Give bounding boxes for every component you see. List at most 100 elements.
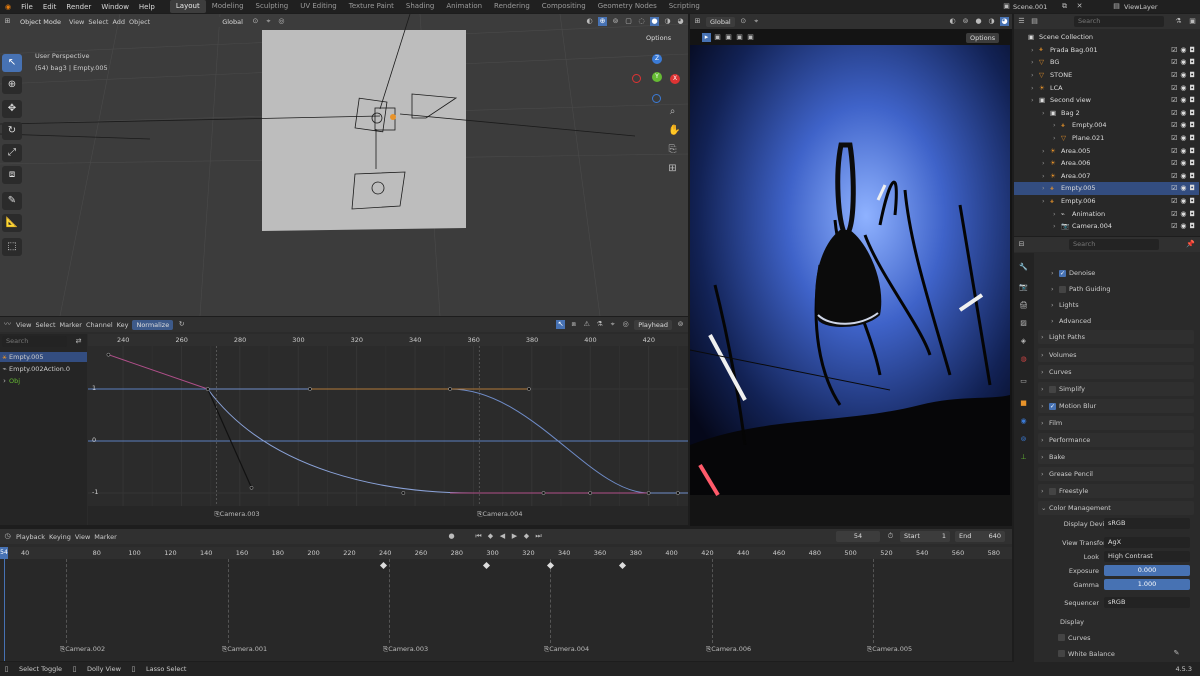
expand-icon[interactable]: › xyxy=(1031,71,1039,79)
outliner-row[interactable]: › ▣ Bag 2 ☑ ◉ ◘ xyxy=(1014,107,1199,120)
viewport-menu-object[interactable]: Object xyxy=(129,18,150,26)
cm-white-balance-subpanel[interactable]: White Balance xyxy=(1068,650,1115,658)
exclude-checkbox-icon[interactable]: ☑ xyxy=(1171,71,1177,79)
eye-icon[interactable]: ◉ xyxy=(1180,46,1186,54)
gizmo-x-axis[interactable]: X xyxy=(670,74,680,84)
shading-rendered-icon[interactable]: ◕ xyxy=(676,17,685,26)
camera-marker[interactable]: ⎘Camera.003 xyxy=(383,645,428,654)
expand-icon[interactable]: › xyxy=(0,377,9,386)
menu-window[interactable]: Window xyxy=(96,3,134,11)
scene-tab-icon[interactable]: ◈ xyxy=(1019,337,1028,346)
gizmo-toggle-icon[interactable]: ⊕ xyxy=(598,17,607,26)
select-mode-icon[interactable]: ▸ xyxy=(702,33,711,42)
panel-freestyle[interactable]: › Freestyle xyxy=(1038,484,1194,498)
exposure-field[interactable]: 0.000 xyxy=(1104,565,1190,576)
gizmo-y-axis[interactable]: Y xyxy=(652,72,662,82)
shading-rendered-icon[interactable]: ◕ xyxy=(1000,17,1009,26)
shading-material-icon[interactable]: ◑ xyxy=(987,17,996,26)
panel-checkbox[interactable] xyxy=(1049,385,1056,393)
keyframe-diamond[interactable] xyxy=(546,561,555,570)
editor-type-icon[interactable]: ⊞ xyxy=(3,17,12,26)
eye-icon[interactable]: ◉ xyxy=(1180,159,1186,167)
expand-icon[interactable]: › xyxy=(1042,147,1050,155)
render-camera-icon[interactable]: ◘ xyxy=(1189,96,1195,104)
tab-sculpting[interactable]: Sculpting xyxy=(250,0,295,13)
camera-marker[interactable]: ⎘Camera.003 xyxy=(214,510,259,519)
outliner-row[interactable]: › ▽ STONE ☑ ◉ ◘ xyxy=(1014,69,1199,82)
graph-curves[interactable] xyxy=(88,346,688,506)
tab-compositing[interactable]: Compositing xyxy=(536,0,592,13)
outliner-search-input[interactable]: Search xyxy=(1074,16,1164,27)
outliner-row[interactable]: › ⌁ Animation ☑ ◉ ◘ xyxy=(1014,207,1199,220)
editor-type-icon[interactable]: ☰ xyxy=(1017,17,1026,26)
pan-hand-icon[interactable]: ✋ xyxy=(668,126,680,136)
tab-texture-paint[interactable]: Texture Paint xyxy=(343,0,400,13)
jump-end-icon[interactable]: ⏭ xyxy=(534,532,543,541)
panel-advanced[interactable]: › Advanced xyxy=(1048,314,1194,328)
gizmo-z-axis[interactable]: Z xyxy=(652,54,662,64)
rotate-tool[interactable]: ↻ xyxy=(2,122,22,140)
eye-icon[interactable]: ◉ xyxy=(1180,210,1186,218)
camera-marker[interactable]: ⎘Camera.006 xyxy=(706,645,751,654)
end-frame-field[interactable]: End 640 xyxy=(955,531,1005,542)
tab-modeling[interactable]: Modeling xyxy=(206,0,250,13)
jump-key-back-icon[interactable]: ◆ xyxy=(486,532,495,541)
select-box-tool[interactable]: ↖ xyxy=(2,54,22,72)
world-tab-icon[interactable]: ◍ xyxy=(1019,355,1028,364)
shading-solid-icon[interactable]: ● xyxy=(650,17,659,26)
viewport-options-button[interactable]: Options xyxy=(642,33,676,43)
channel-action[interactable]: ⌁ Empty.002Action.0 xyxy=(0,364,87,374)
current-frame-field[interactable]: 54 xyxy=(836,531,880,542)
expand-icon[interactable]: › xyxy=(1042,159,1050,167)
panel-bake[interactable]: › Bake xyxy=(1038,450,1194,464)
outliner-row[interactable]: › 📷 Camera.004 ☑ ◉ ◘ xyxy=(1014,220,1199,233)
render-camera-icon[interactable]: ◘ xyxy=(1189,71,1195,79)
exclude-checkbox-icon[interactable]: ☑ xyxy=(1171,197,1177,205)
tool-tab-icon[interactable]: 🔧 xyxy=(1019,263,1028,272)
panel-checkbox[interactable] xyxy=(1059,285,1066,293)
exclude-checkbox-icon[interactable]: ☑ xyxy=(1171,210,1177,218)
shading-wireframe-icon[interactable]: ◌ xyxy=(637,17,646,26)
exclude-checkbox-icon[interactable]: ☑ xyxy=(1171,172,1177,180)
keyframe-diamond[interactable] xyxy=(618,561,627,570)
panel-checkbox[interactable]: ✓ xyxy=(1059,269,1066,277)
select-new-icon[interactable]: ▣ xyxy=(713,33,722,42)
outliner-row[interactable]: › ▽ Plane.021 ☑ ◉ ◘ xyxy=(1014,132,1199,145)
viewport-menu-add[interactable]: Add xyxy=(112,18,125,26)
exclude-checkbox-icon[interactable]: ☑ xyxy=(1171,184,1177,192)
proportional-edit-icon[interactable]: ◎ xyxy=(277,17,286,26)
object-tab-icon[interactable]: ■ xyxy=(1019,399,1028,408)
expand-icon[interactable]: › xyxy=(1053,121,1061,129)
panel-motion-blur[interactable]: › ✓ Motion Blur xyxy=(1038,399,1194,413)
record-icon[interactable]: ● xyxy=(447,532,456,541)
shading-material-icon[interactable]: ◑ xyxy=(663,17,672,26)
exclude-checkbox-icon[interactable]: ☑ xyxy=(1171,222,1177,230)
menu-render[interactable]: Render xyxy=(61,3,96,11)
viewport-menu-view[interactable]: View xyxy=(69,18,84,26)
playhead[interactable]: 54 xyxy=(0,547,8,559)
outliner-row[interactable]: ▣ Scene Collection xyxy=(1014,31,1199,44)
panel-path-guiding[interactable]: › Path Guiding xyxy=(1048,282,1194,296)
graph-ruler[interactable]: 240 260 280 300 320 340 360 380 400 420 xyxy=(88,334,688,346)
exclude-checkbox-icon[interactable]: ☑ xyxy=(1171,109,1177,117)
camera-marker[interactable]: ⎘Camera.004 xyxy=(544,645,589,654)
panel-performance[interactable]: › Performance xyxy=(1038,433,1194,447)
collection-tab-icon[interactable]: ▭ xyxy=(1019,377,1028,386)
eye-icon[interactable]: ◉ xyxy=(1180,121,1186,129)
snap-icon[interactable]: ⌖ xyxy=(608,320,617,329)
expand-icon[interactable]: › xyxy=(1042,172,1050,180)
data-tab-icon[interactable]: ⊥ xyxy=(1019,453,1028,462)
normalize-toggle[interactable]: Normalize xyxy=(132,319,174,330)
expand-icon[interactable]: › xyxy=(1031,58,1039,66)
mode-select[interactable]: Object Mode xyxy=(16,16,65,27)
use-preview-range-icon[interactable]: ⏱ xyxy=(886,532,895,541)
physics-tab-icon[interactable]: ◉ xyxy=(1019,417,1028,426)
zoom-icon[interactable]: ⌕ xyxy=(668,107,677,117)
exclude-checkbox-icon[interactable]: ☑ xyxy=(1171,46,1177,54)
timeline-menu-view[interactable]: View xyxy=(75,533,90,541)
expand-icon[interactable]: › xyxy=(1031,96,1039,104)
shading-solid-icon[interactable]: ● xyxy=(974,17,983,26)
measure-tool[interactable]: 📐 xyxy=(2,214,22,232)
render-camera-icon[interactable]: ◘ xyxy=(1189,58,1195,66)
eye-icon[interactable]: ◉ xyxy=(1180,184,1186,192)
